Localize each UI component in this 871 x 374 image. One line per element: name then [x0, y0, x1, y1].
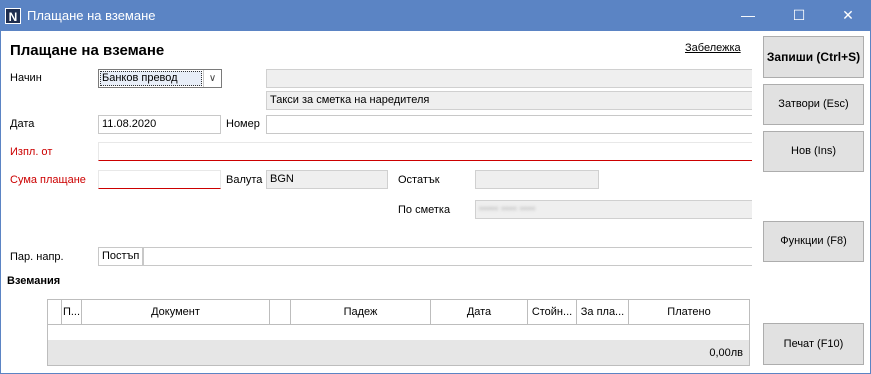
account-field: ••••• •••• •••• — [475, 200, 752, 219]
functions-button[interactable]: Функции (F8) — [763, 221, 864, 262]
grid-row-indicator — [48, 300, 62, 325]
receivables-heading: Вземания — [7, 275, 61, 287]
title-bar: N Плащане на вземане — ☐ ✕ — [0, 0, 871, 31]
close-icon[interactable]: ✕ — [825, 0, 871, 31]
functions-button-label: Функции (F8) — [780, 235, 847, 247]
method-select[interactable]: Банков превод ∨ — [98, 69, 222, 88]
chevron-down-icon[interactable]: ∨ — [203, 70, 221, 87]
receivables-grid[interactable]: П... Документ Падеж Дата Стойн... За пла… — [47, 299, 750, 366]
column-header-to-pay[interactable]: За пла... — [577, 300, 629, 325]
cash-flow-code-input[interactable]: Постъп — [98, 247, 143, 266]
close-button[interactable]: Затвори (Esc) — [763, 84, 864, 125]
column-header-value[interactable]: Стойн... — [528, 300, 577, 325]
method-select-value: Банков превод — [100, 71, 202, 86]
maximize-icon[interactable]: ☐ — [776, 0, 822, 31]
date-label: Дата — [10, 118, 35, 130]
number-label: Номер — [226, 118, 260, 130]
account-value: ••••• •••• •••• — [479, 203, 536, 215]
print-button[interactable]: Печат (F10) — [763, 323, 864, 365]
minimize-icon[interactable]: — — [725, 0, 771, 31]
column-header-blank[interactable] — [270, 300, 291, 325]
new-button[interactable]: Нов (Ins) — [763, 131, 864, 172]
page-title: Плащане на вземане — [10, 42, 165, 59]
fee-note-field: Такси за сметка на наредителя — [266, 91, 752, 110]
close-button-label: Затвори (Esc) — [778, 98, 849, 110]
receivables-grid-header: П... Документ Падеж Дата Стойн... За пла… — [48, 300, 749, 325]
print-button-label: Печат (F10) — [783, 338, 844, 350]
save-button-label: Запиши (Ctrl+S) — [766, 50, 861, 64]
column-header-document[interactable]: Документ — [82, 300, 270, 325]
cash-flow-label: Пар. напр. — [10, 251, 64, 263]
remaining-label: Остатък — [398, 174, 440, 186]
remaining-field — [475, 170, 599, 189]
column-header-paid[interactable]: Платено — [629, 300, 749, 325]
number-input[interactable] — [266, 115, 752, 134]
save-button[interactable]: Запиши (Ctrl+S) — [763, 36, 864, 78]
cash-flow-name-input[interactable] — [143, 247, 752, 266]
column-header-date[interactable]: Дата — [431, 300, 528, 325]
notes-link[interactable]: Забележка — [685, 42, 741, 54]
payer-input[interactable] — [98, 142, 752, 161]
currency-label: Валута — [226, 174, 263, 186]
amount-input[interactable] — [98, 170, 221, 189]
amount-label: Сума плащане — [10, 174, 86, 186]
column-header-due-date[interactable]: Падеж — [291, 300, 431, 325]
payer-label: Изпл. от — [10, 146, 53, 158]
column-header-type[interactable]: П... — [62, 300, 82, 325]
window-title: Плащане на вземане — [27, 8, 156, 23]
app-logo-icon: N — [5, 8, 21, 24]
method-label: Начин — [10, 72, 42, 84]
account-label: По сметка — [398, 204, 451, 216]
date-input[interactable]: 11.08.2020 — [98, 115, 221, 134]
method-extra-field — [266, 69, 752, 88]
receivables-total: 0,00лв — [709, 347, 743, 359]
receivables-total-row: 0,00лв — [48, 340, 749, 365]
new-button-label: Нов (Ins) — [791, 145, 836, 157]
currency-field: BGN — [266, 170, 388, 189]
